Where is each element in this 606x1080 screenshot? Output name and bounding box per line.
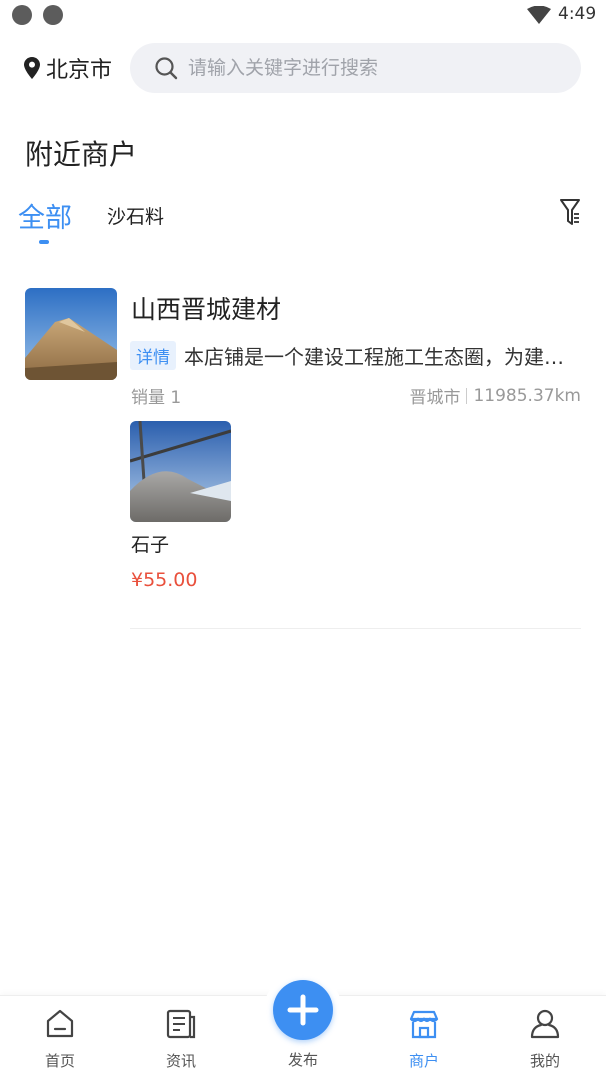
plus-icon [287, 994, 319, 1026]
merchant-location-distance: 晋城市 11985.37km [409, 383, 581, 409]
user-icon [530, 1009, 560, 1039]
nav-label-merchants: 商户 [408, 1052, 439, 1070]
search-icon [155, 57, 178, 80]
tab-sand-gravel[interactable]: 沙石料 [107, 202, 164, 229]
filter-icon[interactable] [559, 197, 581, 227]
search-input[interactable] [188, 57, 558, 79]
publish-button[interactable] [273, 980, 333, 1040]
location-selector[interactable]: 北京市 [24, 52, 112, 84]
nav-item-profile[interactable]: 我的 [505, 996, 585, 1080]
nav-item-news[interactable]: 资讯 [141, 996, 221, 1080]
merchant-description: 本店铺是一个建设工程施工生态圈，为建设工程施工提供一站式服务 [184, 344, 580, 369]
nav-label-publish: 发布 [287, 1051, 318, 1069]
nav-label-home: 首页 [44, 1052, 75, 1070]
merchant-city: 晋城市 [409, 388, 461, 408]
notification-dot-icon [12, 5, 32, 25]
divider [466, 387, 468, 404]
search-bar[interactable] [130, 43, 581, 93]
location-pin-icon [24, 57, 40, 79]
nav-item-home[interactable]: 首页 [20, 996, 100, 1080]
nav-label-news: 资讯 [165, 1052, 196, 1070]
news-icon [166, 1009, 196, 1039]
product-image[interactable] [130, 421, 231, 522]
merchant-image[interactable] [25, 288, 117, 380]
product-name[interactable]: 石子 [131, 530, 169, 557]
home-icon [46, 1009, 74, 1038]
sales-count: 销量 1 [131, 388, 182, 408]
detail-tag[interactable]: 详情 [130, 340, 176, 370]
product-price: ¥55.00 [131, 569, 198, 591]
active-tab-indicator [39, 240, 49, 244]
status-bar: 4:49 [0, 0, 606, 32]
location-city: 北京市 [46, 58, 113, 83]
status-time: 4:49 [558, 4, 597, 24]
merchant-name[interactable]: 山西晋城建材 [131, 290, 281, 326]
divider [130, 628, 581, 629]
nav-label-profile: 我的 [529, 1052, 560, 1070]
store-icon [409, 1010, 439, 1039]
nav-item-merchants[interactable]: 商户 [384, 996, 464, 1080]
merchant-distance: 11985.37km [473, 385, 581, 406]
page-title: 附近商户 [25, 138, 138, 171]
merchant-description-row[interactable]: 详情 本店铺是一个建设工程施工生态圈，为建设工程施工提供一站式服务 [130, 340, 580, 370]
wifi-icon [527, 6, 551, 24]
notification-dot-icon [43, 5, 63, 25]
tab-all[interactable]: 全部 [18, 196, 72, 235]
